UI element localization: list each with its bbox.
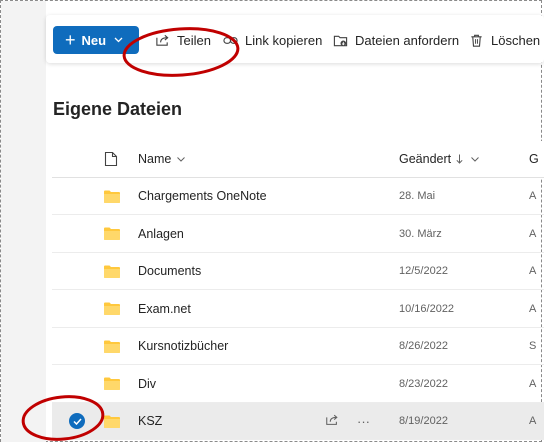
plus-icon: + <box>65 30 76 50</box>
chevron-down-icon <box>177 156 186 162</box>
modified-date: 28. Mai <box>399 190 436 202</box>
folder-icon <box>104 328 120 364</box>
folder-icon <box>104 366 120 402</box>
modified-column-label: Geändert <box>399 152 452 166</box>
name-column-header[interactable]: Name <box>138 141 186 177</box>
new-button-label: Neu <box>81 32 107 48</box>
list-item[interactable]: Anlagen 30. März A <box>52 216 544 253</box>
row-actions: ··· <box>325 403 370 439</box>
folder-request-icon <box>333 35 348 46</box>
list-item[interactable]: Div 8/23/2022 A <box>52 366 544 403</box>
folder-icon <box>104 216 120 252</box>
folder-icon <box>104 253 120 289</box>
modified-by: A <box>529 415 537 427</box>
list-item[interactable]: Chargements OneNote 28. Mai A <box>52 178 544 215</box>
file-name[interactable]: Anlagen <box>138 216 184 252</box>
row-checkbox[interactable] <box>69 413 85 429</box>
chevron-down-icon <box>471 156 479 162</box>
modified-date: 8/19/2022 <box>399 415 448 427</box>
link-icon <box>223 36 238 44</box>
modified-by: A <box>529 227 537 240</box>
file-name[interactable]: KSZ <box>138 403 162 439</box>
page-title: Eigene Dateien <box>53 99 183 119</box>
share-label: Teilen <box>177 32 211 48</box>
modified-date: 8/26/2022 <box>399 340 448 352</box>
modified-date: 30. März <box>399 227 442 240</box>
copy-link-button[interactable]: Link kopieren <box>223 30 322 50</box>
file-list: Name Geändert G Chargements OneNote 28. M… <box>52 141 544 444</box>
chevron-down-icon <box>114 35 123 46</box>
file-name[interactable]: Div <box>138 366 156 402</box>
more-options-button[interactable]: ··· <box>357 414 370 429</box>
file-name[interactable]: Kursnotizbücher <box>138 328 228 364</box>
request-files-button[interactable]: Dateien anfordern <box>333 30 459 50</box>
row-share-icon[interactable] <box>325 413 339 430</box>
delete-button[interactable]: Löschen <box>469 30 540 50</box>
folder-icon <box>104 403 120 439</box>
checkmark-icon <box>72 417 82 425</box>
share-icon <box>156 34 169 46</box>
modified-by: A <box>529 377 537 390</box>
trash-icon <box>471 34 482 47</box>
copy-link-label: Link kopieren <box>245 32 323 48</box>
list-item[interactable]: Exam.net 10/16/2022 A <box>52 291 544 328</box>
modified-date: 8/23/2022 <box>399 377 448 390</box>
request-files-label: Dateien anfordern <box>355 32 460 48</box>
file-name[interactable]: Chargements OneNote <box>138 178 267 214</box>
delete-label: Löschen <box>491 32 541 48</box>
modified-date: 12/5/2022 <box>399 265 448 277</box>
folder-icon <box>104 178 120 214</box>
modified-by: S <box>529 340 537 352</box>
name-column-label: Name <box>138 152 172 166</box>
list-item[interactable]: Documents 12/5/2022 A <box>52 253 544 290</box>
new-button[interactable]: + Neu <box>53 26 139 54</box>
file-type-column-header[interactable] <box>104 141 118 177</box>
file-icon <box>104 151 118 167</box>
modified-by-column-header[interactable]: G <box>529 141 539 177</box>
left-navigation-pane <box>1 1 46 442</box>
modified-by: A <box>529 265 537 277</box>
modified-column-header[interactable]: Geändert <box>399 141 479 177</box>
sort-descending-icon <box>456 154 463 164</box>
list-item[interactable]: KSZ ··· 8/19/2022 A <box>52 403 544 440</box>
modified-date: 10/16/2022 <box>399 302 455 315</box>
folder-icon <box>104 291 120 327</box>
modified-by: A <box>529 302 537 315</box>
file-name[interactable]: Exam.net <box>138 291 191 327</box>
share-button[interactable]: Teilen <box>155 30 211 50</box>
list-header: Name Geändert G <box>52 141 544 178</box>
file-name[interactable]: Documents <box>138 253 201 289</box>
list-item[interactable]: Kursnotizbücher 8/26/2022 S <box>52 328 544 365</box>
modified-by: A <box>529 190 537 202</box>
